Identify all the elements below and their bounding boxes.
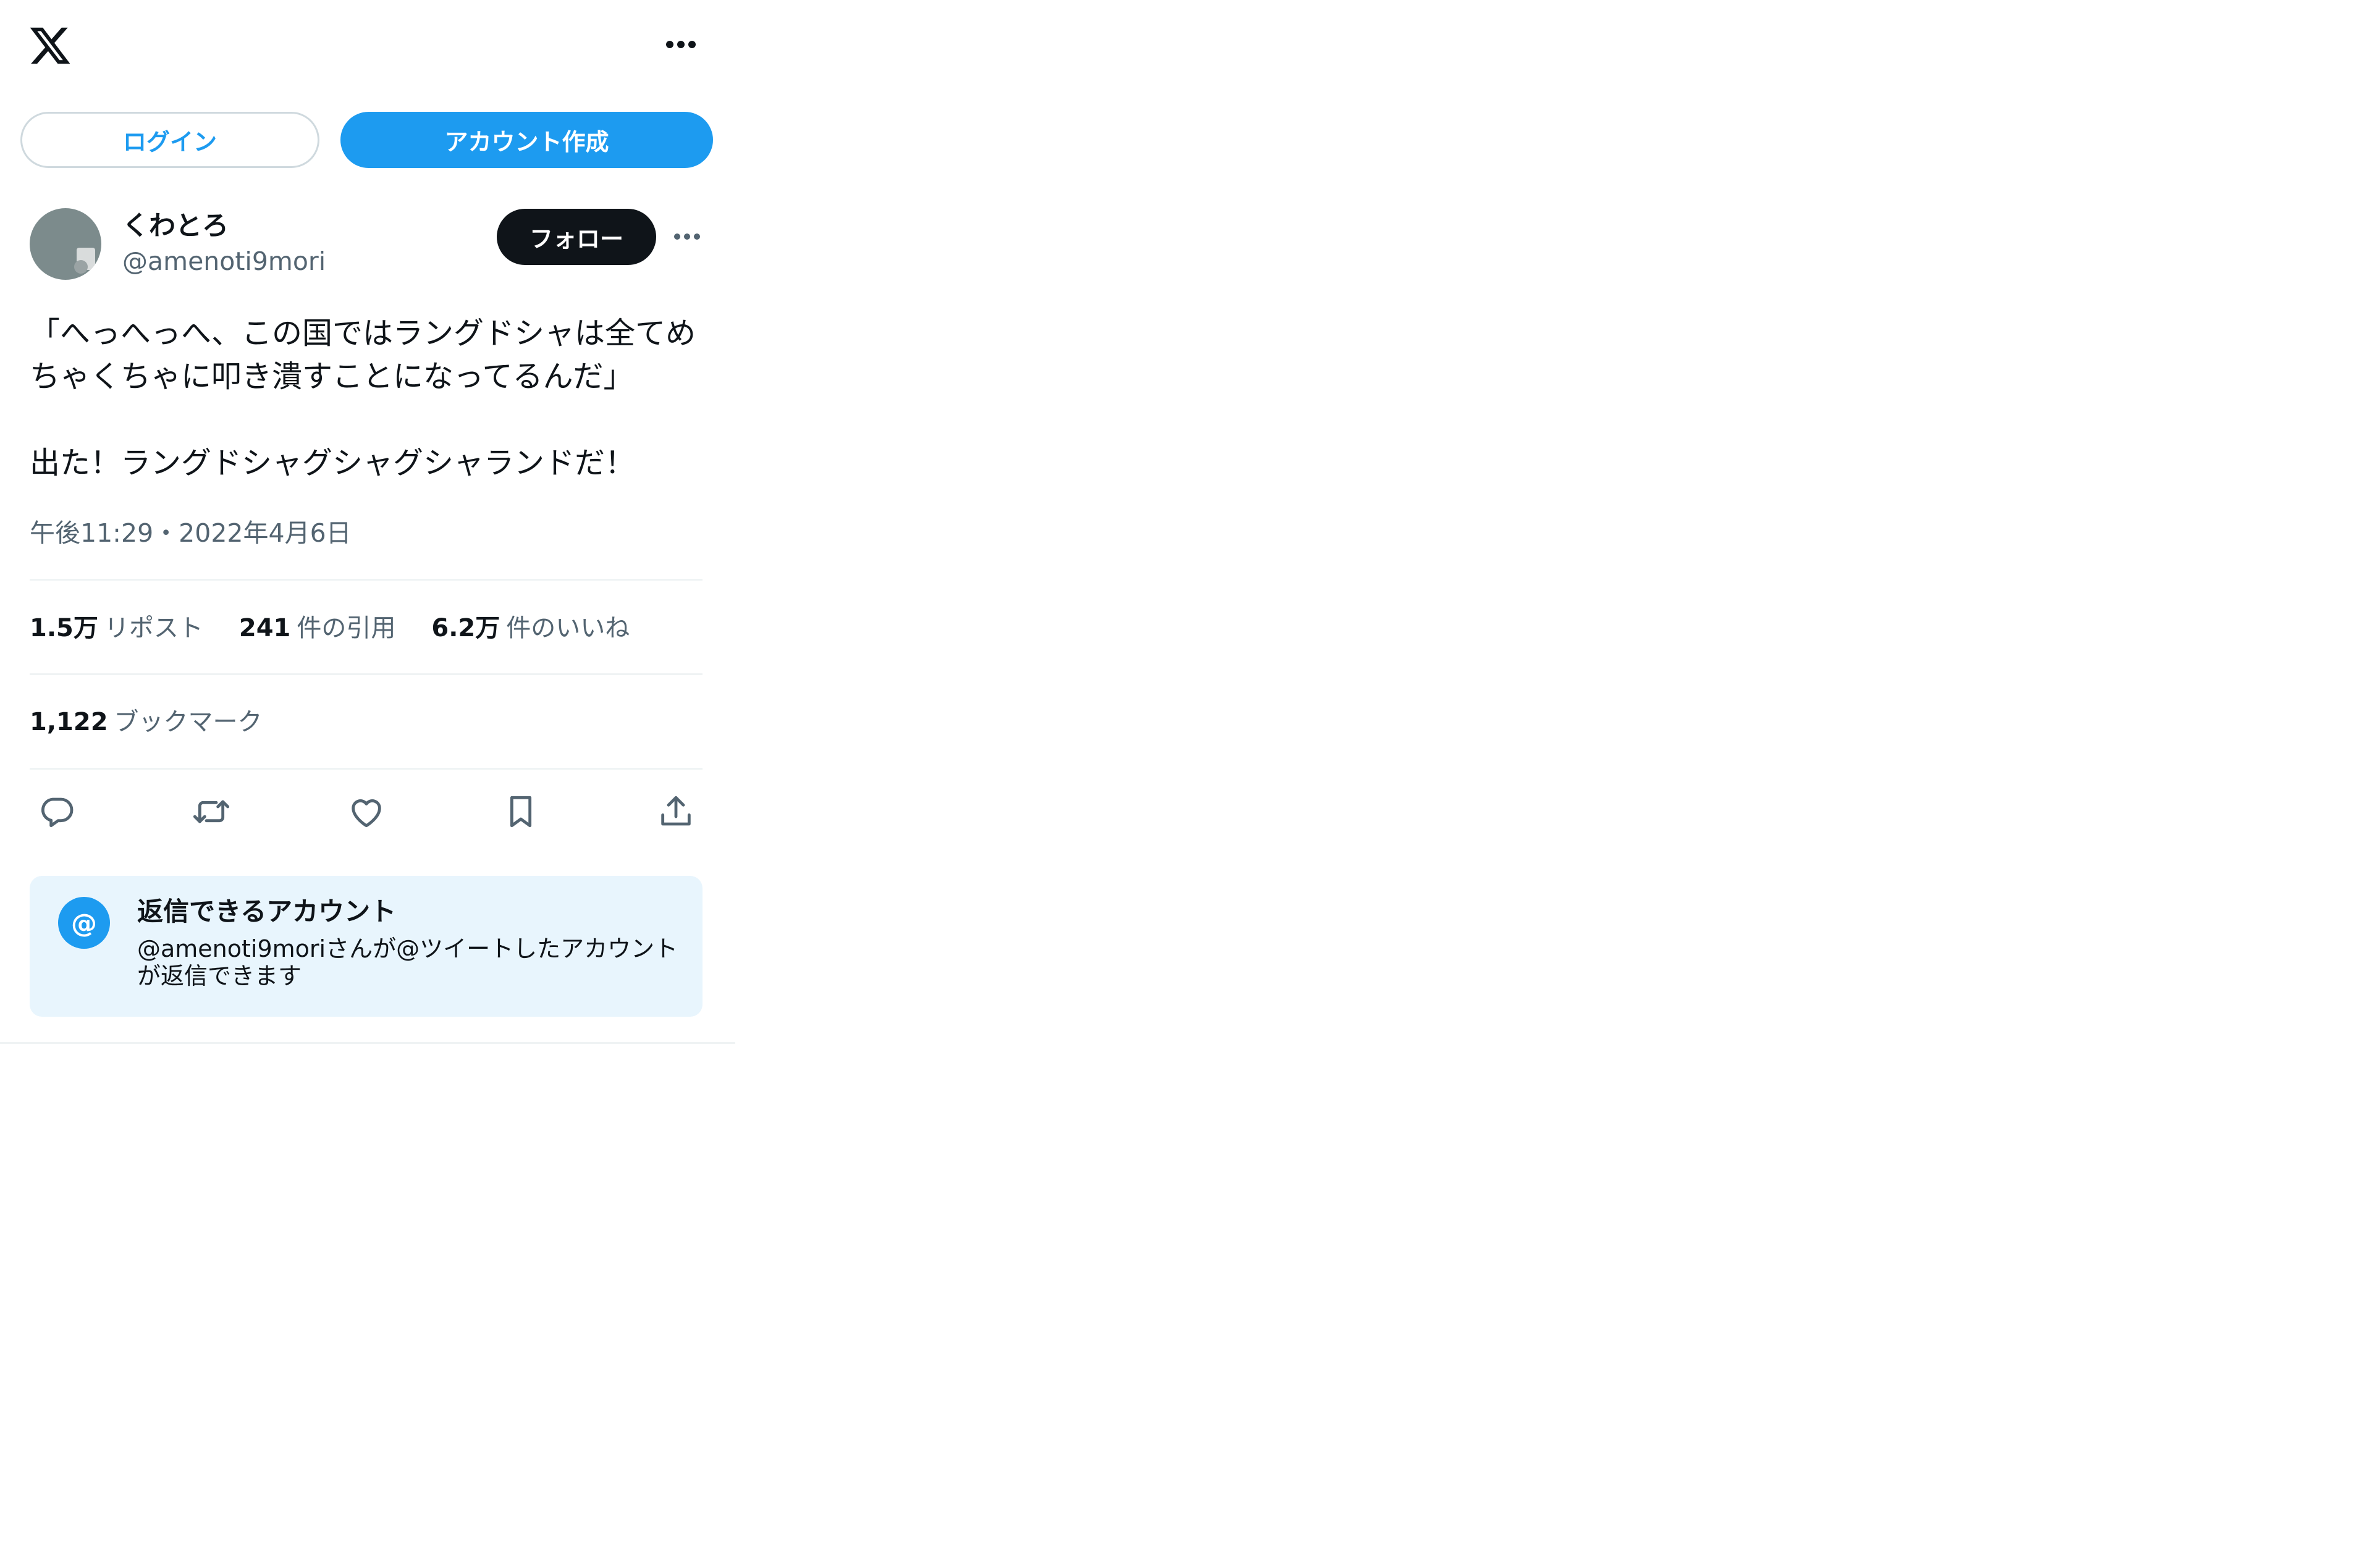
quotes-stat[interactable]: 241 件の引用: [239, 612, 396, 645]
avatar[interactable]: [30, 208, 101, 280]
bookmark-icon[interactable]: [501, 792, 541, 831]
create-account-button[interactable]: アカウント作成: [340, 112, 713, 168]
reply-restriction-notice: @ 返信できるアカウント @amenoti9moriさんが@ツイートしたアカウン…: [30, 876, 703, 1017]
repost-icon[interactable]: [192, 792, 231, 831]
avatar-figure-shadow: [74, 260, 88, 274]
login-button[interactable]: ログイン: [20, 112, 319, 168]
more-options-icon[interactable]: [662, 34, 699, 55]
reply-restriction-title: 返信できるアカウント: [137, 896, 397, 927]
likes-stat[interactable]: 6.2万 件のいいね: [431, 612, 630, 645]
heart-icon[interactable]: [347, 792, 386, 831]
login-button-label: ログイン: [122, 128, 217, 156]
x-logo-icon[interactable]: [28, 23, 72, 68]
divider: [30, 673, 703, 675]
author-handle[interactable]: @amenoti9mori: [122, 245, 326, 278]
tweet-timestamp[interactable]: 午後11:29・2022年4月6日: [30, 516, 352, 550]
follow-button[interactable]: フォロー: [497, 209, 656, 265]
author-display-name[interactable]: くわとろ: [122, 209, 229, 243]
bookmarks-count: 1,122: [30, 708, 108, 736]
tweet-panel: ログイン アカウント作成 くわとろ @amenoti9mori フォロー 「へっ…: [0, 0, 735, 1044]
reposts-label: リポスト: [104, 614, 203, 642]
quotes-count: 241: [238, 614, 291, 642]
tweet-text: 「へっへっへ、この国ではラングドシャは全てめちゃくちゃに叩き潰すことになってるん…: [30, 316, 696, 481]
bookmarks-stat[interactable]: 1,122 ブックマーク: [30, 705, 263, 739]
at-sign-icon: @: [58, 897, 110, 949]
tweet-more-icon[interactable]: [672, 226, 703, 247]
create-account-button-label: アカウント作成: [444, 128, 609, 156]
follow-button-label: フォロー: [529, 225, 623, 253]
divider: [30, 768, 703, 770]
share-icon[interactable]: [656, 792, 696, 831]
engagement-stats: 1.5万 リポスト 241 件の引用 6.2万 件のいいね: [30, 612, 630, 645]
likes-label: 件のいいね: [506, 614, 630, 642]
bookmarks-label: ブックマーク: [114, 708, 263, 736]
reposts-stat[interactable]: 1.5万 リポスト: [30, 612, 203, 645]
reposts-count: 1.5万: [30, 614, 98, 642]
reply-icon[interactable]: [37, 792, 77, 831]
reply-restriction-description: @amenoti9moriさんが@ツイートしたアカウントが返信できます: [137, 935, 678, 990]
likes-count: 6.2万: [431, 614, 500, 642]
quotes-label: 件の引用: [297, 614, 396, 642]
divider: [30, 579, 703, 581]
